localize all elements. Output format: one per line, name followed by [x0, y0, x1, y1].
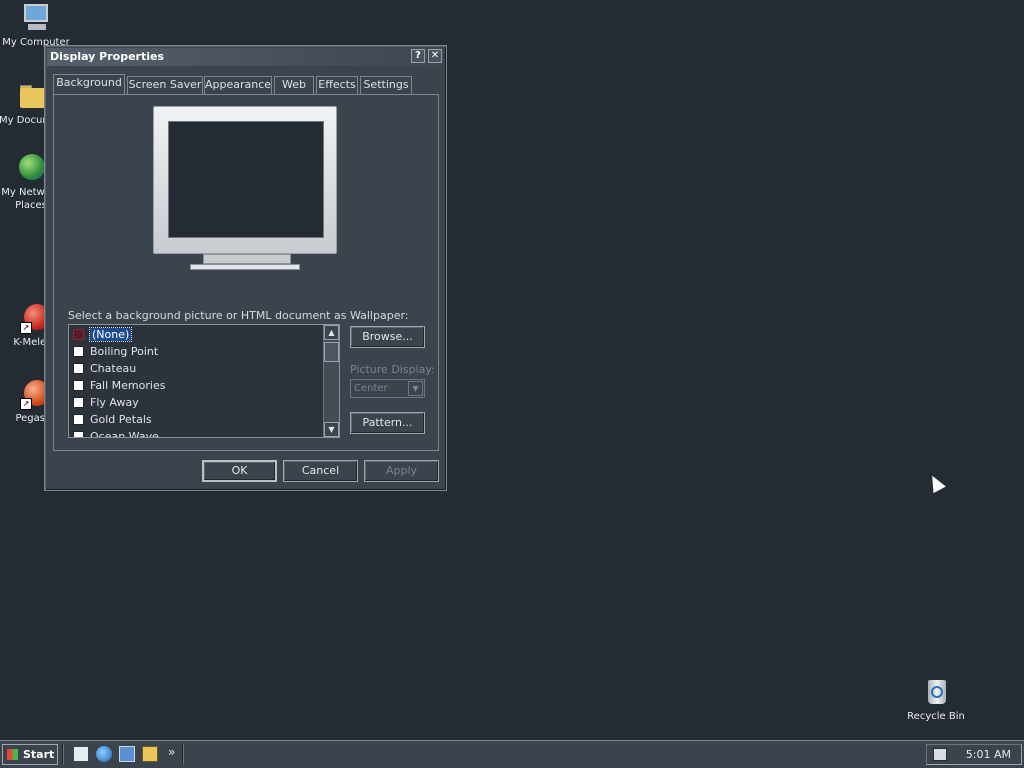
network-tray-icon[interactable]	[933, 748, 947, 761]
tab-web[interactable]: Web	[274, 76, 314, 94]
picture-display-select: Center ▼	[350, 379, 425, 398]
image-file-icon	[73, 362, 84, 374]
start-button[interactable]: Start	[2, 744, 58, 765]
my-computer-icon	[20, 2, 52, 34]
scroll-down-button[interactable]: ▼	[324, 422, 339, 437]
desktop-icon-recycle-bin[interactable]: Recycle Bin	[901, 676, 971, 723]
network-places-icon	[15, 152, 47, 184]
desktop-icon-label: Recycle Bin	[907, 711, 965, 722]
show-desktop-icon[interactable]	[73, 746, 89, 762]
list-item[interactable]: (None)	[73, 326, 133, 343]
help-button[interactable]: ?	[411, 49, 425, 63]
taskbar: Start » 5:01 AM	[0, 740, 1024, 768]
scroll-up-button[interactable]: ▲	[324, 325, 339, 340]
clock[interactable]: 5:01 AM	[966, 745, 1011, 764]
scroll-thumb[interactable]	[324, 342, 339, 362]
list-item[interactable]: Fly Away	[73, 394, 139, 411]
picture-display-value: Center	[354, 383, 388, 394]
explorer-icon[interactable]	[142, 746, 158, 762]
monitor-preview	[153, 106, 337, 254]
tab-background[interactable]: Background	[53, 74, 125, 95]
quicklaunch-more-button[interactable]: »	[168, 745, 175, 759]
email-icon[interactable]	[119, 746, 135, 762]
pattern-button[interactable]: Pattern...	[350, 412, 425, 434]
window-titlebar[interactable]: Display Properties ? ✕	[47, 48, 444, 66]
ok-button[interactable]: OK	[202, 460, 277, 482]
system-tray: 5:01 AM	[926, 744, 1022, 765]
tab-effects[interactable]: Effects	[316, 76, 358, 94]
display-properties-window: Display Properties ? ✕ Background Screen…	[44, 45, 447, 491]
none-icon	[73, 328, 84, 340]
desktop-icon-my-computer[interactable]: My Computer	[1, 2, 71, 49]
browser-icon[interactable]	[96, 746, 112, 762]
monitor-base	[190, 264, 300, 270]
list-scrollbar[interactable]: ▲ ▼	[323, 325, 339, 437]
window-title: Display Properties	[50, 50, 165, 63]
tab-screen-saver[interactable]: Screen Saver	[127, 76, 203, 94]
image-file-icon	[73, 379, 84, 391]
wallpaper-prompt: Select a background picture or HTML docu…	[68, 309, 409, 322]
browse-button[interactable]: Browse...	[350, 326, 425, 348]
image-file-icon	[73, 413, 84, 425]
list-item[interactable]: Fall Memories	[73, 377, 165, 394]
apply-button[interactable]: Apply	[364, 460, 439, 482]
list-item[interactable]: Gold Petals	[73, 411, 152, 428]
windows-logo-icon	[7, 749, 18, 760]
list-item[interactable]: Boiling Point	[73, 343, 158, 360]
image-file-icon	[73, 345, 84, 357]
taskbar-separator	[182, 744, 184, 765]
tab-strip: Background Screen Saver Appearance Web E…	[53, 74, 438, 95]
close-button[interactable]: ✕	[428, 49, 442, 63]
image-file-icon	[73, 396, 84, 408]
wallpaper-listbox[interactable]: (None) Boiling Point Chateau Fall Memori…	[68, 324, 340, 438]
list-item[interactable]: Ocean Wave	[73, 428, 159, 437]
monitor-stand	[203, 254, 291, 264]
mouse-cursor-icon	[926, 472, 946, 494]
recycle-bin-icon	[920, 676, 952, 708]
monitor-screen	[168, 121, 324, 238]
list-item[interactable]: Chateau	[73, 360, 136, 377]
chevron-down-icon: ▼	[408, 381, 423, 396]
tab-settings[interactable]: Settings	[360, 76, 412, 94]
taskbar-separator	[62, 744, 64, 765]
picture-display-label: Picture Display:	[350, 363, 435, 376]
cancel-button[interactable]: Cancel	[283, 460, 358, 482]
image-file-icon	[73, 430, 84, 437]
tab-appearance[interactable]: Appearance	[204, 76, 272, 94]
